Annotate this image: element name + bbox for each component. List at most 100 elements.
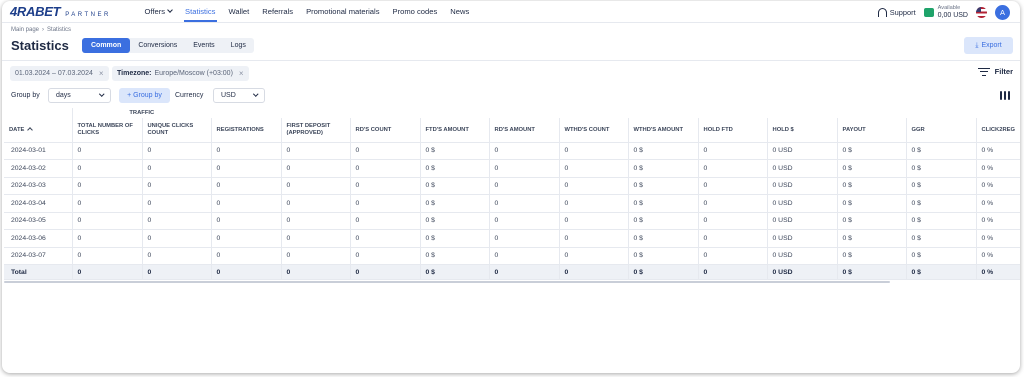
avatar[interactable]: A	[995, 4, 1010, 20]
table-cell: 0	[558, 247, 629, 265]
brand-logo[interactable]: 4RABET PARTNER	[10, 4, 138, 19]
nav-offers[interactable]: Offers	[138, 1, 179, 22]
nav-referrals-label: Referrals	[262, 7, 294, 16]
table-cell: 0 $	[836, 177, 907, 195]
horizontal-scrollbar[interactable]	[4, 281, 890, 283]
table-cell: 0	[280, 142, 351, 160]
group-by-label: Group by	[11, 92, 40, 99]
table-cell: 0 USD	[766, 159, 838, 178]
currency-select[interactable]: USD	[213, 88, 265, 103]
nav-promotional-materials-label: Promotional materials	[306, 7, 380, 16]
column-header: RD'S COUNT	[349, 118, 421, 143]
table-cell: 0 $	[836, 194, 907, 213]
date-range-value: 01.03.2024 – 07.03.2024	[15, 70, 93, 77]
column-header-label: DATE	[9, 126, 25, 133]
table-cell: 0 USD	[766, 229, 838, 248]
table-cell: 0 $	[419, 194, 490, 213]
total-cell: 0 $	[419, 264, 490, 280]
nav-promotional-materials[interactable]: Promotional materials	[300, 1, 386, 22]
balance-label: Available	[937, 5, 961, 11]
breadcrumb-current: Statistics	[47, 27, 72, 33]
total-cell: 0 $	[836, 264, 907, 280]
timezone-value: Europe/Moscow (+03:00)	[154, 70, 233, 77]
app-window: 4RABET PARTNER Offers Statistics Wallet …	[2, 1, 1020, 373]
total-cell: 0	[488, 264, 560, 280]
table-cell: 0 $	[836, 212, 907, 230]
support-link[interactable]: Support	[877, 7, 916, 17]
column-header-label: WTHD'S AMOUNT	[633, 126, 683, 133]
tab-bar: Common Conversions Events Logs	[82, 38, 254, 53]
total-cell: Total	[4, 264, 72, 280]
balance-widget[interactable]: Available 0,00 USD	[923, 5, 968, 19]
nav-referrals[interactable]: Referrals	[256, 1, 300, 22]
header-spacer	[4, 108, 72, 118]
table-cell: 2024-03-01	[4, 142, 72, 160]
close-icon[interactable]: ×	[239, 69, 244, 78]
table-cell: 0 $	[419, 159, 490, 178]
table-cell: 0	[488, 142, 560, 160]
table-cell: 0	[141, 194, 212, 213]
nav-promo-codes-label: Promo codes	[392, 7, 438, 16]
table-cell: 2024-03-02	[4, 159, 72, 178]
date-range-chip[interactable]: 01.03.2024 – 07.03.2024 ×	[10, 66, 109, 81]
table-cell: 0	[280, 159, 351, 178]
table-cell: 0	[280, 229, 351, 248]
table-cell: 0	[280, 212, 351, 230]
table-header: DATE TOTAL NUMBER OF CLICKS UNIQUE CLICKS …	[4, 118, 1020, 143]
table-cell: 0	[210, 194, 282, 213]
close-icon[interactable]: ×	[99, 69, 104, 78]
total-cell: 0	[71, 264, 142, 280]
column-header[interactable]: DATE	[4, 118, 72, 143]
table-cell: 0 $	[627, 177, 699, 195]
filter-button[interactable]: Filter	[977, 67, 1013, 76]
table-cell: 0	[141, 212, 212, 230]
table-cell: 0	[558, 194, 629, 213]
columns-icon[interactable]	[999, 91, 1010, 100]
column-header: UNIQUE CLICKS COUNT	[141, 118, 212, 143]
page-title: Statistics	[11, 38, 69, 53]
column-header-label: TOTAL NUMBER OF CLICKS	[77, 123, 133, 136]
tab-logs[interactable]: Logs	[223, 38, 254, 53]
table-cell: 0 $	[419, 247, 490, 265]
tab-common[interactable]: Common	[82, 38, 131, 53]
nav-promo-codes[interactable]: Promo codes	[386, 1, 444, 22]
tab-events[interactable]: Events	[185, 38, 222, 53]
column-header-label: WTHD'S COUNT	[564, 126, 610, 133]
total-cell: 0	[280, 264, 351, 280]
table-cell: 0 %	[975, 159, 1020, 178]
total-cell: 0 USD	[766, 264, 838, 280]
us-flag-icon[interactable]	[976, 6, 987, 18]
table-cell: 0	[558, 212, 629, 230]
column-header: REGISTRATIONS	[210, 118, 282, 143]
table-cell: 0	[349, 229, 421, 248]
total-cell: 0	[697, 264, 768, 280]
table-cell: 0	[488, 212, 560, 230]
timezone-chip[interactable]: Timezone: Europe/Moscow (+03:00) ×	[112, 66, 249, 81]
nav-wallet[interactable]: Wallet	[222, 1, 256, 22]
tab-conversions[interactable]: Conversions	[130, 38, 185, 53]
table-cell: 2024-03-06	[4, 229, 72, 248]
divider	[2, 60, 1020, 61]
nav-news[interactable]: News	[444, 1, 476, 22]
export-button[interactable]: ⤓ Export	[964, 37, 1013, 54]
table-cell: 0	[141, 159, 212, 178]
column-header: FIRST DEPOSIT (APPROVED)	[280, 118, 351, 143]
sort-ascending-icon[interactable]	[27, 126, 34, 133]
table-row: 2024-03-03 0 0 0 0 0 0 $0 0 0 $0 0 USD 0 $0 $0 %	[4, 177, 1020, 195]
nav-statistics[interactable]: Statistics	[179, 1, 222, 22]
logo-subtitle: PARTNER	[65, 12, 111, 18]
table-cell: 0 $	[627, 212, 699, 230]
column-header: CLICK2REG	[975, 118, 1020, 143]
total-cell: 0	[141, 264, 212, 280]
add-group-by-button[interactable]: + Group by	[119, 88, 170, 103]
column-header: WTHD'S COUNT	[558, 118, 629, 143]
group-by-select[interactable]: days	[48, 88, 111, 103]
breadcrumb-home[interactable]: Main page	[11, 27, 39, 33]
main-nav: Offers Statistics Wallet Referrals Promo…	[138, 1, 476, 22]
support-label: Support	[889, 7, 916, 17]
filter-label: Filter	[994, 67, 1013, 76]
table-cell: 0 $	[419, 177, 490, 195]
table-cell: 0 $	[905, 142, 977, 160]
table-row: 2024-03-02 0 0 0 0 0 0 $0 0 0 $0 0 USD 0 $0 $0 %	[4, 159, 1020, 178]
currency-label: Currency	[175, 92, 204, 99]
